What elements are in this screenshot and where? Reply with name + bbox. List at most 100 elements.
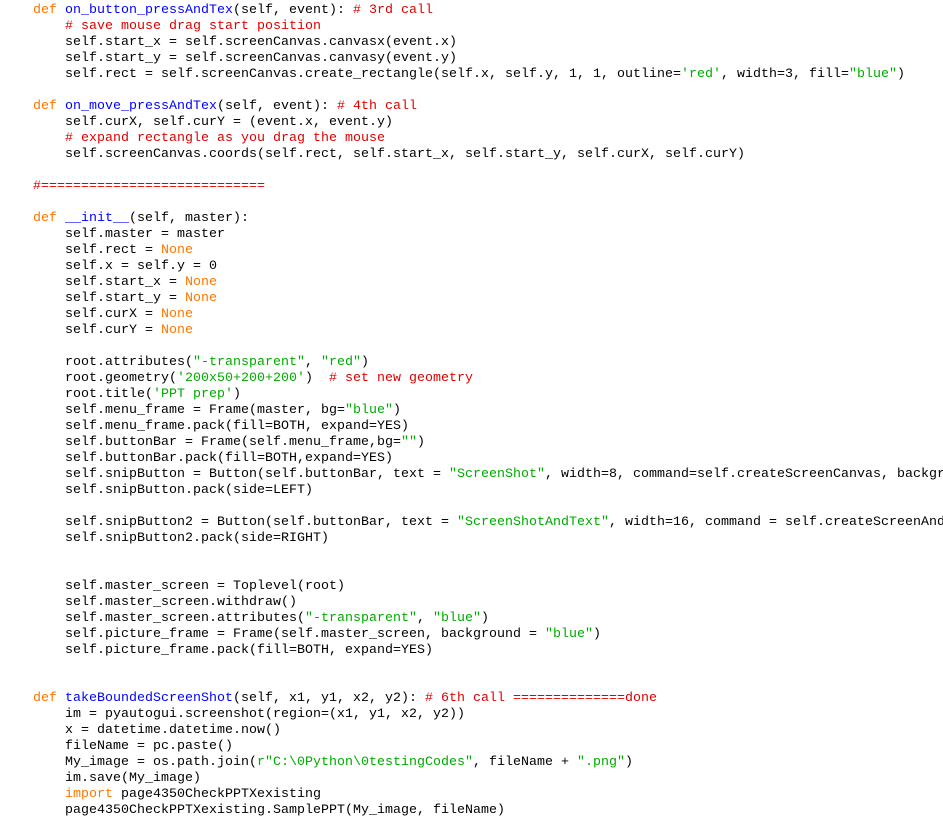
code-line[interactable]: self.curX, self.curY = (event.x, event.y… [0,114,943,130]
code-token: root.attributes( [33,354,193,369]
code-line[interactable] [0,546,943,562]
code-line[interactable] [0,82,943,98]
code-token: self.picture_frame = Frame(self.master_s… [33,626,545,641]
code-line[interactable]: self.master_screen = Toplevel(root) [0,578,943,594]
code-line[interactable]: self.menu_frame = Frame(master, bg="blue… [0,402,943,418]
code-line[interactable]: self.snipButton2 = Button(self.buttonBar… [0,514,943,530]
code-line[interactable]: self.buttonBar.pack(fill=BOTH,expand=YES… [0,450,943,466]
code-line[interactable] [0,562,943,578]
code-token: self.rect = self.screenCanvas.create_rec… [33,66,681,81]
function-name-token: __init__ [65,210,129,225]
code-token: self.curX, self.curY = (event.x, event.y… [33,114,393,129]
code-line[interactable]: self.x = self.y = 0 [0,258,943,274]
code-line[interactable]: # expand rectangle as you drag the mouse [0,130,943,146]
code-token: self.buttonBar.pack(fill=BOTH,expand=YES… [33,450,393,465]
code-line[interactable]: # save mouse drag start position [0,18,943,34]
code-line[interactable]: self.picture_frame.pack(fill=BOTH, expan… [0,642,943,658]
comment-token: # expand rectangle as you drag the mouse [65,130,385,145]
code-line[interactable] [0,498,943,514]
code-line[interactable]: self.snipButton = Button(self.buttonBar,… [0,466,943,482]
code-line[interactable]: self.menu_frame.pack(fill=BOTH, expand=Y… [0,418,943,434]
code-line[interactable]: def __init__(self, master): [0,210,943,226]
code-line[interactable]: self.master_screen.attributes("-transpar… [0,610,943,626]
code-line[interactable]: self.buttonBar = Frame(self.menu_frame,b… [0,434,943,450]
code-line[interactable]: self.rect = self.screenCanvas.create_rec… [0,66,943,82]
code-token: ) [480,610,489,625]
code-token: self.buttonBar = Frame(self.menu_frame,b… [33,434,401,449]
code-line[interactable]: im = pyautogui.screenshot(region=(x1, y1… [0,706,943,722]
code-line[interactable]: My_image = os.path.join(r"C:\0Python\0te… [0,754,943,770]
code-line[interactable]: def takeBoundedScreenShot(self, x1, y1, … [0,690,943,706]
code-line[interactable]: self.start_x = None [0,274,943,290]
string-token: 'red' [680,66,721,81]
code-token: , width=8, command=self.createScreenCanv… [544,466,943,481]
code-token: page4350CheckPPTXexisting [113,786,321,801]
code-line[interactable]: page4350CheckPPTXexisting.SamplePPT(My_i… [0,802,943,818]
string-token: "blue" [544,626,593,641]
code-line[interactable]: self.snipButton2.pack(side=RIGHT) [0,530,943,546]
comment-token: # save mouse drag start position [65,18,321,33]
code-line[interactable]: self.start_y = None [0,290,943,306]
comment-token: # 3rd call [353,2,433,17]
code-line[interactable]: root.geometry('200x50+200+200') # set ne… [0,370,943,386]
code-line[interactable]: def on_move_pressAndTex(self, event): # … [0,98,943,114]
code-line[interactable]: root.title('PPT prep') [0,386,943,402]
code-line[interactable]: self.master = master [0,226,943,242]
code-line[interactable] [0,194,943,210]
string-token: "ScreenShotAndText" [456,514,609,529]
code-line[interactable]: self.rect = None [0,242,943,258]
code-token: self.curY = [33,322,161,337]
code-line[interactable]: fileName = pc.paste() [0,738,943,754]
code-token: self.snipButton.pack(side=LEFT) [33,482,313,497]
code-line[interactable]: im.save(My_image) [0,770,943,786]
code-token: ) [305,370,329,385]
code-line[interactable]: self.picture_frame = Frame(self.master_s… [0,626,943,642]
code-token: self.start_x = [33,274,185,289]
code-editor[interactable]: def on_button_pressAndTex(self, event): … [0,2,943,819]
code-token: self.x = self.y = 0 [33,258,217,273]
code-token: , [416,610,433,625]
code-token: ) [592,626,601,641]
code-token: im.save(My_image) [33,770,201,785]
code-token: ) [416,434,425,449]
string-token: 'PPT prep' [153,386,233,401]
keyword-token: def [33,690,57,705]
code-line[interactable]: self.start_x = self.screenCanvas.canvasx… [0,34,943,50]
code-line[interactable]: import page4350CheckPPTXexisting [0,786,943,802]
string-token: "blue" [344,402,393,417]
code-line[interactable]: self.master_screen.withdraw() [0,594,943,610]
code-line[interactable] [0,162,943,178]
code-line[interactable] [0,674,943,690]
string-token: "blue" [432,610,481,625]
code-line[interactable]: self.curX = None [0,306,943,322]
code-line[interactable] [0,338,943,354]
code-token: root.title( [33,386,153,401]
keyword-token: import [65,786,113,801]
code-line[interactable]: self.screenCanvas.coords(self.rect, self… [0,146,943,162]
code-token: , fileName + [472,754,577,769]
string-token: "red" [321,354,361,369]
code-token: ) [392,402,401,417]
keyword-token: def [33,2,57,17]
code-token: fileName = pc.paste() [33,738,233,753]
code-token: im = pyautogui.screenshot(region=(x1, y1… [33,706,465,721]
code-line[interactable]: #============================ [0,178,943,194]
code-line[interactable] [0,658,943,674]
code-token: self.snipButton = Button(self.buttonBar,… [33,466,449,481]
code-token: self.snipButton2 = Button(self.buttonBar… [33,514,457,529]
code-line[interactable]: root.attributes("-transparent", "red") [0,354,943,370]
code-line[interactable]: self.start_y = self.screenCanvas.canvasy… [0,50,943,66]
string-token: "ScreenShot" [448,466,545,481]
code-line[interactable]: self.snipButton.pack(side=LEFT) [0,482,943,498]
code-line[interactable]: self.curY = None [0,322,943,338]
code-token: self.rect = [33,242,161,257]
code-line[interactable]: x = datetime.datetime.now() [0,722,943,738]
code-line[interactable]: def on_button_pressAndTex(self, event): … [0,2,943,18]
